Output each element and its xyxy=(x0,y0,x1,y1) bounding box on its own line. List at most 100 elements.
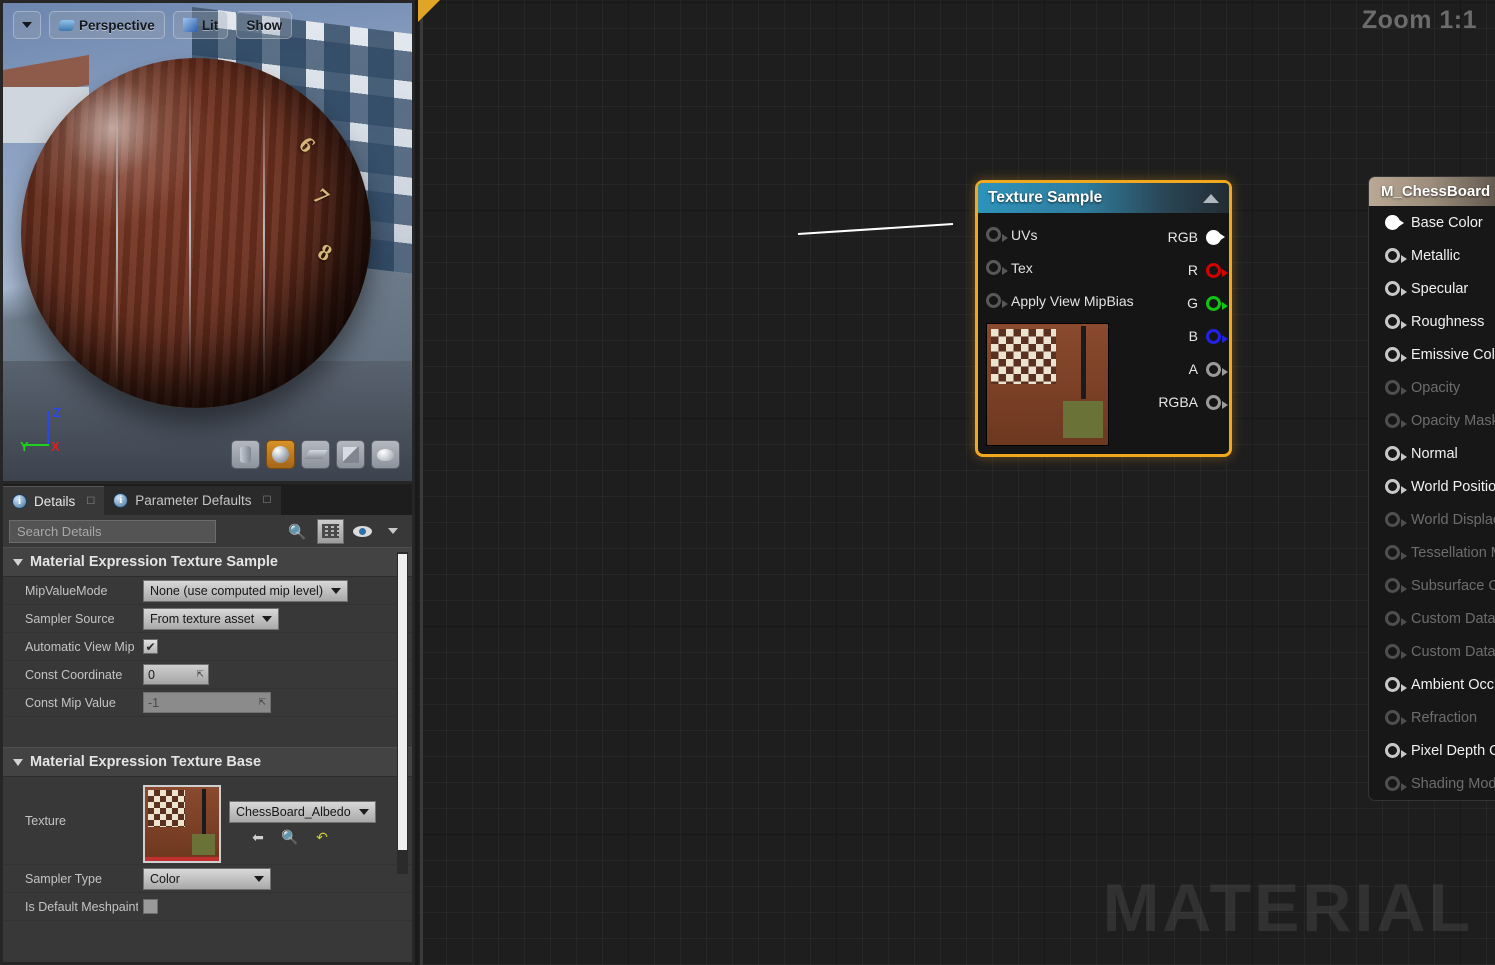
material-pin-metallic[interactable]: Metallic xyxy=(1369,239,1495,272)
node-output-b[interactable]: B xyxy=(1189,328,1228,344)
viewport-options-button[interactable] xyxy=(13,11,41,39)
material-pin-world-displacement: World Displacement xyxy=(1369,503,1495,536)
material-pin-roughness[interactable]: Roughness xyxy=(1369,305,1495,338)
automatic-view-mip-checkbox[interactable]: ✔ xyxy=(143,639,158,654)
scrollbar-thumb[interactable] xyxy=(398,554,407,850)
material-pin-normal[interactable]: Normal xyxy=(1369,437,1495,470)
const-coordinate-field[interactable]: 0 ⇱ xyxy=(143,664,209,685)
node-output-g[interactable]: G xyxy=(1187,295,1228,311)
pin-g[interactable] xyxy=(1206,295,1228,311)
pin-dot[interactable] xyxy=(1385,743,1407,758)
pin-a[interactable] xyxy=(1206,361,1228,377)
pin-apply-view-mipbias[interactable] xyxy=(986,293,1008,308)
material-output-node[interactable]: M_ChessBoard Base Color Metallic Specular R… xyxy=(1368,176,1495,801)
texture-thumbnail[interactable] xyxy=(143,784,221,863)
node-output-r[interactable]: R xyxy=(1187,262,1228,278)
preview-plane-button[interactable] xyxy=(301,440,330,469)
material-pin-custom-data-1: Custom Data 1 xyxy=(1369,635,1495,668)
tab-details[interactable]: i Details ☐ xyxy=(3,486,105,515)
columns-icon[interactable] xyxy=(317,518,344,544)
material-pin-base-color[interactable]: Base Color xyxy=(1369,206,1495,239)
node-output-a[interactable]: A xyxy=(1189,361,1228,377)
stepper-icon[interactable]: ⇱ xyxy=(196,669,204,680)
pin-uvs[interactable] xyxy=(986,227,1008,242)
pin-rgb[interactable] xyxy=(1206,229,1225,245)
texture-sample-node-header[interactable]: Texture Sample xyxy=(978,183,1229,213)
eye-icon[interactable] xyxy=(349,518,375,544)
gizmo-x-label: X xyxy=(51,439,60,454)
checkerboard-pattern xyxy=(990,328,1056,385)
chevron-down-icon xyxy=(254,875,264,882)
material-pin-specular[interactable]: Specular xyxy=(1369,272,1495,305)
texture-sample-node[interactable]: Texture Sample UVs Tex Apply View MipBia… xyxy=(975,180,1232,457)
search-input[interactable] xyxy=(9,519,216,543)
pin-dot[interactable] xyxy=(1385,347,1407,362)
chevron-up-icon[interactable] xyxy=(1203,193,1219,203)
details-body: Material Expression Texture Sample MipVa… xyxy=(3,547,412,962)
material-pin-shading-model: Shading Model xyxy=(1369,767,1495,800)
close-icon[interactable]: ☐ xyxy=(86,496,95,507)
material-preview-viewport[interactable]: 6 7 8 Perspective Lit Show Z Y X xyxy=(3,3,412,481)
pin-dot[interactable] xyxy=(1385,248,1407,263)
material-pin-world-position-offset[interactable]: World Position Offset xyxy=(1369,470,1495,503)
details-scrollbar[interactable] xyxy=(397,552,408,874)
sampler-source-dropdown[interactable]: From texture asset xyxy=(143,607,280,630)
material-pin-label: Shading Model xyxy=(1411,775,1495,792)
chevron-down-icon[interactable] xyxy=(380,518,406,544)
material-pin-label: Ambient Occlusion xyxy=(1411,676,1495,693)
perspective-button[interactable]: Perspective xyxy=(49,11,165,39)
node-texture-preview[interactable] xyxy=(986,323,1109,446)
property-label: Const Coordinate xyxy=(25,667,123,682)
node-output-rgb[interactable]: RGB xyxy=(1168,229,1225,245)
const-mip-value-field[interactable]: -1 ⇱ xyxy=(143,692,271,713)
pin-label: G xyxy=(1187,295,1198,311)
tab-parameter-defaults[interactable]: i Parameter Defaults ☐ xyxy=(104,486,281,515)
preview-sphere-button[interactable] xyxy=(266,440,295,469)
close-icon[interactable]: ☐ xyxy=(263,495,272,506)
pin-r[interactable] xyxy=(1206,262,1228,278)
sphere-meridian xyxy=(115,65,118,401)
material-pin-emissive-color[interactable]: Emissive Color xyxy=(1369,338,1495,371)
pin-dot[interactable] xyxy=(1385,314,1407,329)
section-header-texture-sample[interactable]: Material Expression Texture Sample xyxy=(3,547,412,577)
material-graph-canvas[interactable]: Zoom 1:1 MATERIAL Texture Sample UVs Tex… xyxy=(418,0,1495,965)
is-default-meshpaint-checkbox[interactable] xyxy=(143,899,158,914)
stepper-icon[interactable]: ⇱ xyxy=(258,697,266,708)
material-pin-custom-data-0: Custom Data 0 xyxy=(1369,602,1495,635)
search-icon[interactable]: 🔍 xyxy=(288,523,307,541)
pin-dot xyxy=(1385,644,1407,659)
show-button[interactable]: Show xyxy=(236,11,293,39)
teapot-icon xyxy=(377,448,394,461)
pin-dot[interactable] xyxy=(1385,281,1407,296)
pin-b[interactable] xyxy=(1206,328,1228,344)
texture-asset-dropdown[interactable]: ChessBoard_Albedo xyxy=(229,800,376,823)
section-header-texture-base[interactable]: Material Expression Texture Base xyxy=(3,747,412,777)
preview-sphere-mesh[interactable]: 6 7 8 xyxy=(21,58,371,408)
material-pin-label: World Position Offset xyxy=(1411,478,1495,495)
preview-cube-button[interactable] xyxy=(336,440,365,469)
sampler-type-dropdown[interactable]: Color xyxy=(143,867,271,890)
chevron-down-icon xyxy=(13,758,23,766)
pin-dot[interactable] xyxy=(1385,215,1404,230)
material-node-header[interactable]: M_ChessBoard xyxy=(1369,177,1495,206)
pin-dot xyxy=(1385,380,1407,395)
sphere-number: 8 xyxy=(313,238,336,267)
browse-icon[interactable]: 🔍 xyxy=(279,828,301,848)
pin-dot[interactable] xyxy=(1385,677,1407,692)
pin-tex[interactable] xyxy=(986,260,1008,275)
mipvaluemode-dropdown[interactable]: None (use computed mip level) xyxy=(143,579,348,602)
pin-label: R xyxy=(1187,262,1198,278)
node-output-rgba[interactable]: RGBA xyxy=(1158,394,1228,410)
back-arrow-icon[interactable]: ⬅ xyxy=(247,828,269,848)
show-label: Show xyxy=(246,17,283,33)
reset-icon[interactable]: ↶ xyxy=(311,828,333,848)
material-pin-ambient-occlusion[interactable]: Ambient Occlusion xyxy=(1369,668,1495,701)
lit-button[interactable]: Lit xyxy=(172,11,229,39)
info-icon: i xyxy=(113,493,129,508)
pin-dot[interactable] xyxy=(1385,446,1407,461)
preview-teapot-button[interactable] xyxy=(371,440,400,469)
pin-dot[interactable] xyxy=(1385,479,1407,494)
preview-cylinder-button[interactable] xyxy=(231,440,260,469)
pin-rgba[interactable] xyxy=(1206,394,1228,410)
material-pin-pixel-depth-offset[interactable]: Pixel Depth Offset xyxy=(1369,734,1495,767)
